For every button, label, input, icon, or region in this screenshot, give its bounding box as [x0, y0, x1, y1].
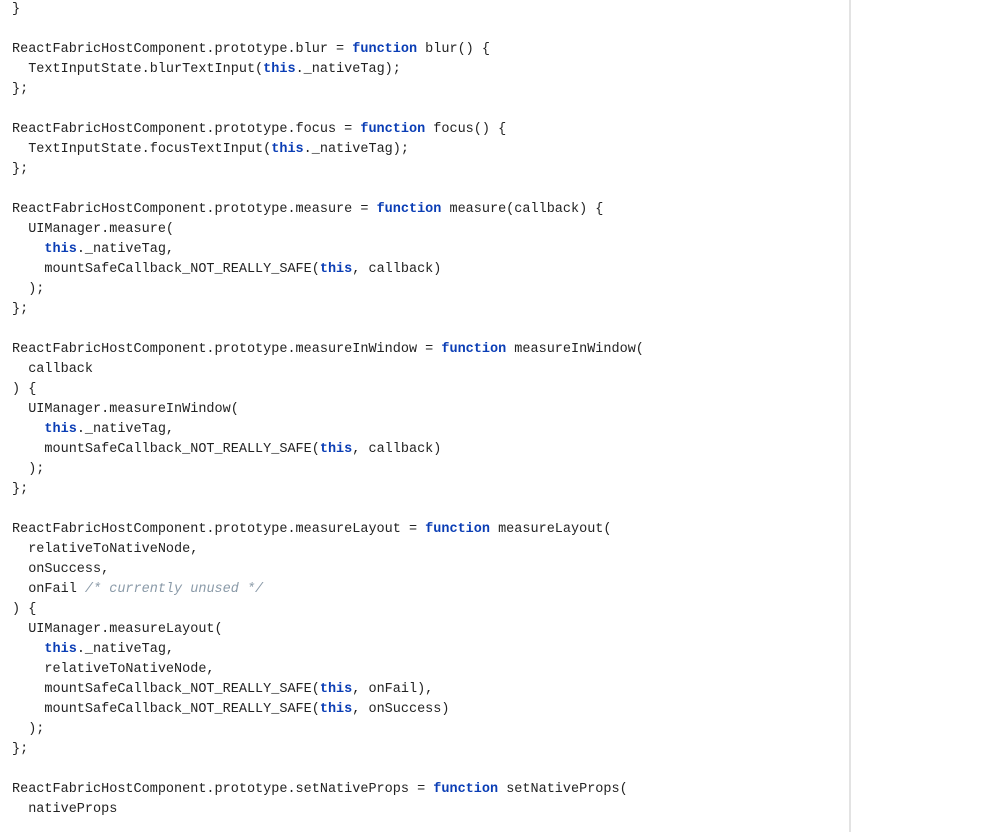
keyword: function: [441, 342, 506, 357]
keyword: function: [352, 42, 417, 57]
keyword: this: [320, 682, 352, 697]
keyword: function: [433, 782, 498, 797]
keyword: this: [320, 442, 352, 457]
keyword: function: [377, 202, 442, 217]
keyword: this: [271, 142, 303, 157]
keyword: this: [263, 62, 295, 77]
keyword: function: [360, 122, 425, 137]
keyword: this: [320, 262, 352, 277]
code-block: } ReactFabricHostComponent.prototype.blu…: [0, 0, 851, 832]
keyword: this: [44, 242, 76, 257]
keyword: this: [320, 702, 352, 717]
keyword: this: [44, 642, 76, 657]
keyword: function: [425, 522, 490, 537]
keyword: this: [44, 422, 76, 437]
comment: /* currently unused */: [85, 582, 263, 597]
